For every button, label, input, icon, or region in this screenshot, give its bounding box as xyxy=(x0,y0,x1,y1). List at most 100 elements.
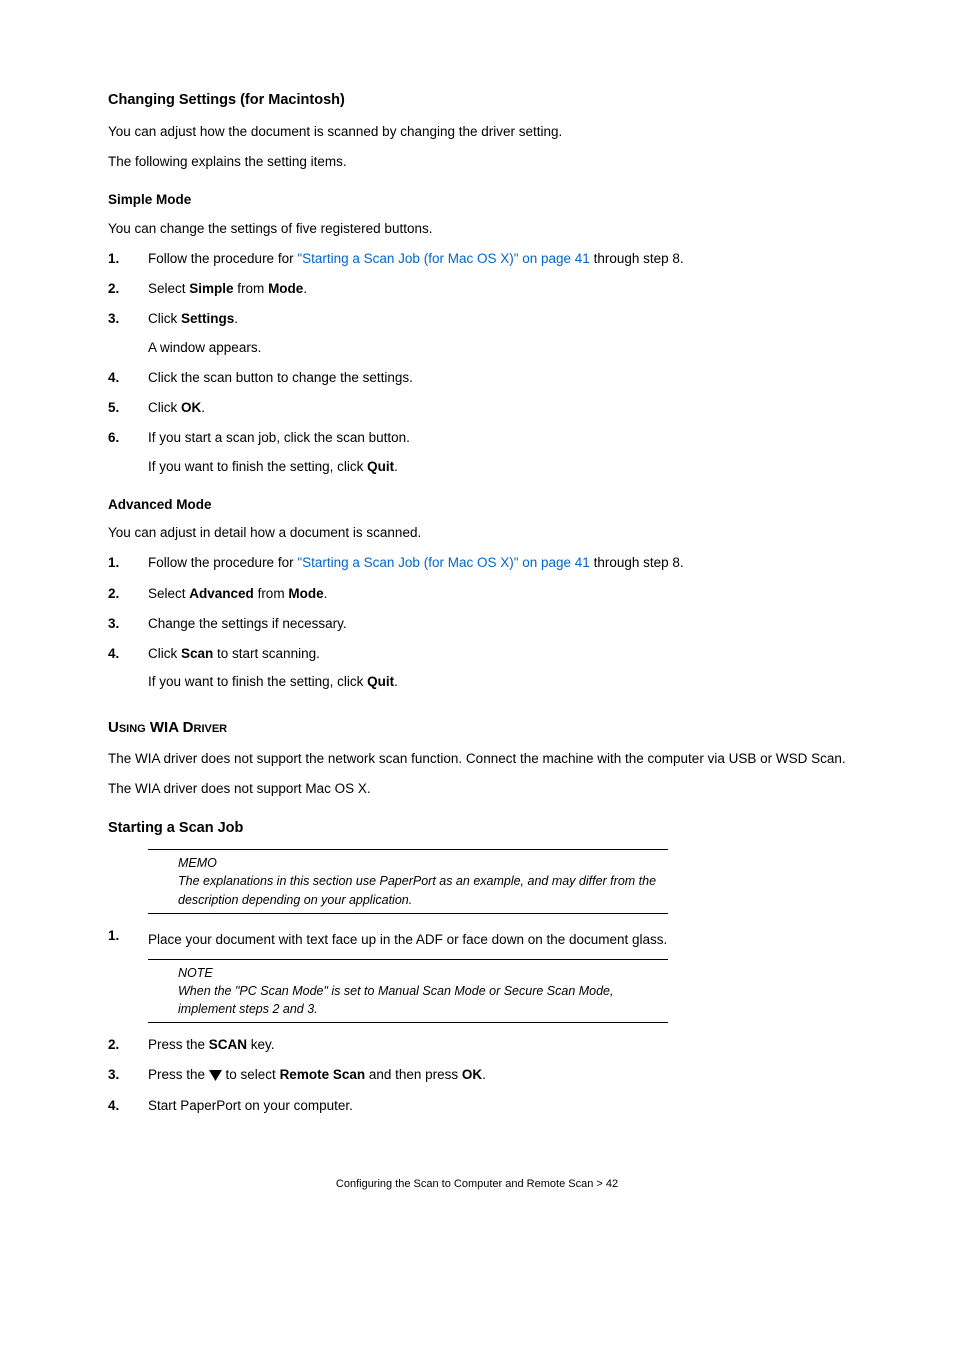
text-bold: OK xyxy=(462,1067,482,1082)
step-body: Press the to select Remote Scan and then… xyxy=(148,1065,846,1085)
text: Select xyxy=(148,586,189,601)
heading-starting-scan-job: Starting a Scan Job xyxy=(108,818,846,840)
step-body: Click the scan button to change the sett… xyxy=(148,368,846,388)
step-number: 4. xyxy=(108,1096,148,1116)
step-item: 1. Follow the procedure for "Starting a … xyxy=(108,553,846,573)
step-body: Press the SCAN key. xyxy=(148,1035,846,1055)
step-number: 2. xyxy=(108,1035,148,1055)
text: If you start a scan job, click the scan … xyxy=(148,430,410,445)
text-bold: Quit xyxy=(367,674,394,689)
step-item: 4. Click Scan to start scanning. If you … xyxy=(108,644,846,693)
text: Follow the procedure for xyxy=(148,251,297,266)
step-subtext: If you want to finish the setting, click… xyxy=(148,672,846,692)
text: from xyxy=(254,586,289,601)
text: . xyxy=(324,586,328,601)
text: . xyxy=(303,281,307,296)
text: . xyxy=(234,311,238,326)
para: You can change the settings of five regi… xyxy=(108,219,846,239)
memo-text: The explanations in this section use Pap… xyxy=(178,872,668,908)
heading-simple-mode: Simple Mode xyxy=(108,190,846,210)
page-footer: Configuring the Scan to Computer and Rem… xyxy=(108,1176,846,1193)
link-start-scan-mac[interactable]: "Starting a Scan Job (for Mac OS X)" on … xyxy=(297,555,590,570)
text: Select xyxy=(148,281,189,296)
para: You can adjust how the document is scann… xyxy=(108,122,846,142)
text: . xyxy=(394,674,398,689)
step-number: 1. xyxy=(108,249,148,269)
note-label: NOTE xyxy=(178,964,668,982)
step-subtext: A window appears. xyxy=(148,338,846,358)
step-body: Place your document with text face up in… xyxy=(148,926,846,953)
step-number: 3. xyxy=(108,309,148,358)
memo-block: MEMO The explanations in this section us… xyxy=(148,849,668,913)
text: to select xyxy=(222,1067,280,1082)
step-number: 1. xyxy=(108,553,148,573)
text: through step 8. xyxy=(590,251,684,266)
step-item: 5. Click OK. xyxy=(108,398,846,418)
note-text: When the "PC Scan Mode" is set to Manual… xyxy=(178,982,668,1018)
step-item: 6. If you start a scan job, click the sc… xyxy=(108,428,846,477)
text: Click xyxy=(148,400,181,415)
step-subtext: If you want to finish the setting, click… xyxy=(148,457,846,477)
steps-start: 1. Place your document with text face up… xyxy=(108,926,846,953)
down-arrow-icon xyxy=(209,1070,222,1081)
step-item: 2. Press the SCAN key. xyxy=(108,1035,846,1055)
step-item: 3. Press the to select Remote Scan and t… xyxy=(108,1065,846,1085)
step-number: 1. xyxy=(108,926,148,953)
note-block: NOTE When the "PC Scan Mode" is set to M… xyxy=(148,959,668,1023)
step-number: 4. xyxy=(108,644,148,693)
text: and then press xyxy=(365,1067,462,1082)
step-body: Select Simple from Mode. xyxy=(148,279,846,299)
text: Click xyxy=(148,311,181,326)
step-body: Click OK. xyxy=(148,398,846,418)
step-body: Start PaperPort on your computer. xyxy=(148,1096,846,1116)
text: . xyxy=(201,400,205,415)
step-item: 1. Follow the procedure for "Starting a … xyxy=(108,249,846,269)
text: . xyxy=(482,1067,486,1082)
step-item: 3. Change the settings if necessary. xyxy=(108,614,846,634)
step-body: Click Scan to start scanning. If you wan… xyxy=(148,644,846,693)
para: The WIA driver does not support the netw… xyxy=(108,749,846,769)
text: through step 8. xyxy=(590,555,684,570)
para: You can adjust in detail how a document … xyxy=(108,523,846,543)
text-bold: Mode xyxy=(268,281,303,296)
text: Press the xyxy=(148,1067,209,1082)
heading-advanced-mode: Advanced Mode xyxy=(108,495,846,515)
step-body: If you start a scan job, click the scan … xyxy=(148,428,846,477)
step-item: 3. Click Settings. A window appears. xyxy=(108,309,846,358)
step-number: 2. xyxy=(108,279,148,299)
step-item: 1. Place your document with text face up… xyxy=(108,926,846,953)
step-number: 4. xyxy=(108,368,148,388)
text-bold: Mode xyxy=(288,586,323,601)
text: to start scanning. xyxy=(213,646,320,661)
text: If you want to finish the setting, click xyxy=(148,674,367,689)
text-bold: Remote Scan xyxy=(280,1067,366,1082)
heading-changing-settings: Changing Settings (for Macintosh) xyxy=(108,90,846,112)
memo-label: MEMO xyxy=(178,854,668,872)
para: The following explains the setting items… xyxy=(108,152,846,172)
steps-start-cont: 2. Press the SCAN key. 3. Press the to s… xyxy=(108,1035,846,1116)
link-start-scan-mac[interactable]: "Starting a Scan Job (for Mac OS X)" on … xyxy=(297,251,590,266)
step-body: Follow the procedure for "Starting a Sca… xyxy=(148,553,846,573)
step-number: 2. xyxy=(108,584,148,604)
text-bold: Advanced xyxy=(189,586,254,601)
steps-simple: 1. Follow the procedure for "Starting a … xyxy=(108,249,846,477)
rule xyxy=(148,913,668,914)
heading-wia-driver: Using WIA Driver xyxy=(108,717,846,740)
text: . xyxy=(394,459,398,474)
step-body: Select Advanced from Mode. xyxy=(148,584,846,604)
step-number: 5. xyxy=(108,398,148,418)
rule xyxy=(148,1022,668,1023)
text: If you want to finish the setting, click xyxy=(148,459,367,474)
step-body: Follow the procedure for "Starting a Sca… xyxy=(148,249,846,269)
step-number: 3. xyxy=(108,614,148,634)
step-number: 3. xyxy=(108,1065,148,1085)
step-item: 4. Start PaperPort on your computer. xyxy=(108,1096,846,1116)
steps-advanced: 1. Follow the procedure for "Starting a … xyxy=(108,553,846,692)
para: The WIA driver does not support Mac OS X… xyxy=(108,779,846,799)
step-body: Change the settings if necessary. xyxy=(148,614,846,634)
step-body: Click Settings. A window appears. xyxy=(148,309,846,358)
text-bold: Simple xyxy=(189,281,233,296)
step-number: 6. xyxy=(108,428,148,477)
text-bold: OK xyxy=(181,400,201,415)
text-bold: Quit xyxy=(367,459,394,474)
